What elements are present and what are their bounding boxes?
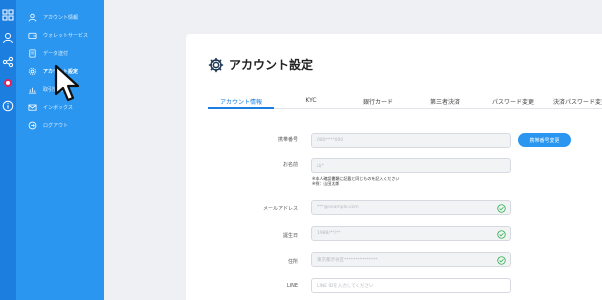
phone-field: 080****000 — [311, 133, 511, 148]
email-label: メールアドレス — [262, 206, 298, 212]
address-value: 東京都渋谷区*************** — [317, 257, 378, 263]
logout-icon — [28, 121, 37, 130]
settings-card: アカウント設定 アカウント情報 KYC 銀行カード 第三者決済 パスワード変更 … — [186, 34, 602, 300]
line-placeholder: LINE IDを入力してください — [317, 283, 374, 289]
tab-password-change[interactable]: パスワード変更 — [492, 97, 534, 106]
grid-icon[interactable] — [2, 9, 14, 21]
sidebar-item-wallet[interactable]: ウォレットサービス — [16, 26, 104, 44]
tab-payment-password-change[interactable]: 決済パスワード変更 — [553, 97, 602, 106]
sidebar-item-data[interactable]: データ送付 — [16, 44, 104, 62]
phone-label: 携帯番号 — [277, 137, 298, 143]
sidebar-item-account-info[interactable]: アカウント情報 — [16, 8, 104, 26]
mouse-pointer-icon — [53, 64, 83, 104]
birthday-label: 誕生日 — [282, 233, 298, 239]
name-label: お名前 — [282, 162, 298, 168]
tab-bar: アカウント情報 KYC 銀行カード 第三者決済 パスワード変更 決済パスワード変… — [208, 95, 602, 109]
document-icon — [28, 48, 37, 58]
sidebar-item-label: ウォレットサービス — [43, 32, 89, 39]
record-icon[interactable] — [4, 79, 12, 87]
change-phone-button[interactable]: 携帯番号変更 — [518, 133, 571, 147]
phone-value: 080****000 — [317, 138, 344, 143]
email-value: ***@example.com — [317, 205, 359, 210]
address-label: 住所 — [287, 259, 298, 265]
birthday-field: 1988/**/** — [311, 226, 511, 241]
sidebar-item-label: アカウント情報 — [43, 14, 79, 21]
line-label: LINE — [286, 283, 298, 289]
check-circle-icon — [497, 256, 506, 265]
main-area: アカウント設定 アカウント情報 KYC 銀行カード 第三者決済 パスワード変更 … — [104, 0, 602, 300]
tab-bank-card[interactable]: 銀行カード — [363, 97, 393, 106]
check-circle-icon — [497, 204, 506, 213]
gear-icon — [208, 57, 224, 73]
active-tab-indicator — [208, 107, 274, 109]
page-title: アカウント設定 — [229, 58, 314, 72]
tab-third-party-payment[interactable]: 第三者決済 — [430, 97, 460, 106]
user-icon[interactable] — [2, 32, 14, 44]
birthday-value: 1988/**/** — [317, 231, 341, 236]
address-field: 東京都渋谷区*************** — [311, 252, 511, 267]
icon-rail — [0, 0, 16, 300]
page-header: アカウント設定 — [208, 56, 313, 73]
tab-kyc[interactable]: KYC — [305, 97, 316, 104]
info-icon[interactable] — [2, 100, 14, 112]
user-icon — [28, 13, 37, 22]
sidebar-item-label: ログアウト — [43, 122, 69, 129]
sidebar-item-logout[interactable]: ログアウト — [16, 116, 104, 134]
mail-icon — [28, 103, 37, 112]
share-icon[interactable] — [2, 56, 14, 68]
name-example: ※例：山田太郎 — [312, 181, 340, 186]
email-field: ***@example.com — [311, 200, 511, 215]
wallet-icon — [28, 31, 37, 40]
sidebar: アカウント情報 ウォレットサービス データ送付 アカウント設定 取引管理 インボ… — [16, 0, 104, 300]
line-input[interactable]: LINE IDを入力してください — [311, 278, 511, 293]
sidebar-item-label: インボックス — [43, 104, 73, 111]
tab-account-info[interactable]: アカウント情報 — [220, 97, 262, 106]
name-value: 山* — [317, 163, 324, 169]
gear-icon — [28, 67, 37, 76]
check-circle-icon — [497, 230, 506, 239]
sidebar-item-label: データ送付 — [43, 50, 69, 57]
name-field: 山* — [311, 158, 511, 173]
chart-icon — [28, 85, 37, 94]
